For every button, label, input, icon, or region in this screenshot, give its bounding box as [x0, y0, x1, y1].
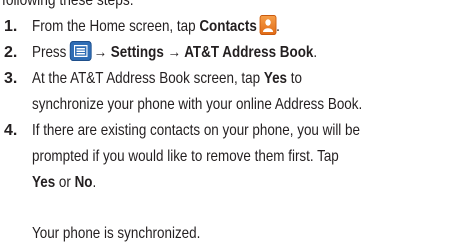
- step-text: At the AT&T Address Book screen, tap Yes…: [32, 66, 405, 118]
- step-4: 4. If there are existing contacts on you…: [0, 118, 476, 196]
- text-run: or: [55, 174, 75, 191]
- menu-key-icon: [70, 41, 92, 61]
- text-run: Press: [32, 44, 71, 61]
- step-line: From the Home screen, tap Contacts.: [32, 14, 405, 40]
- instructions-page: following these steps: 1. From the Home …: [0, 0, 476, 248]
- contacts-label: Contacts: [199, 18, 257, 35]
- step-1: 1. From the Home screen, tap Contacts.: [0, 14, 476, 40]
- step-number: 4.: [4, 122, 18, 139]
- step-number: 2.: [4, 44, 18, 61]
- yes-label: Yes: [32, 174, 56, 191]
- step-list: 1. From the Home screen, tap Contacts. 2…: [0, 14, 476, 196]
- text-run: .: [313, 44, 318, 61]
- contacts-app-icon: [259, 15, 277, 35]
- step-line: At the AT&T Address Book screen, tap Yes…: [32, 66, 405, 92]
- menu-path: → Settings → AT&T Address Book: [93, 44, 314, 61]
- step-text: Press → Settings → AT&T Address Book.: [32, 40, 405, 66]
- step-3: 3. At the AT&T Address Book screen, tap …: [0, 66, 476, 118]
- step-2: 2. Press → Settings → AT&T Address Book.: [0, 40, 476, 66]
- step-line: If there are existing contacts on your p…: [32, 122, 360, 139]
- yes-label: Yes: [263, 70, 288, 87]
- text-run: to: [287, 70, 302, 87]
- result-text: Your phone is synchronized.: [32, 225, 201, 242]
- text-run: .: [92, 174, 97, 191]
- step-line: synchronize your phone with your online …: [32, 96, 363, 113]
- step-text: From the Home screen, tap Contacts.: [32, 14, 405, 40]
- step-line: Yes or No.: [32, 170, 405, 196]
- step-number: 1.: [4, 18, 18, 35]
- step-number: 3.: [4, 70, 18, 87]
- step-line: prompted if you would like to remove the…: [32, 148, 339, 165]
- text-run: From the Home screen, tap: [32, 18, 200, 35]
- step-line: Press → Settings → AT&T Address Book.: [32, 40, 405, 66]
- text-run: At the AT&T Address Book screen, tap: [32, 70, 264, 87]
- step-text: If there are existing contacts on your p…: [32, 118, 405, 196]
- intro-text: following these steps:: [2, 0, 134, 9]
- no-label: No: [74, 174, 93, 191]
- text-run: .: [276, 18, 280, 35]
